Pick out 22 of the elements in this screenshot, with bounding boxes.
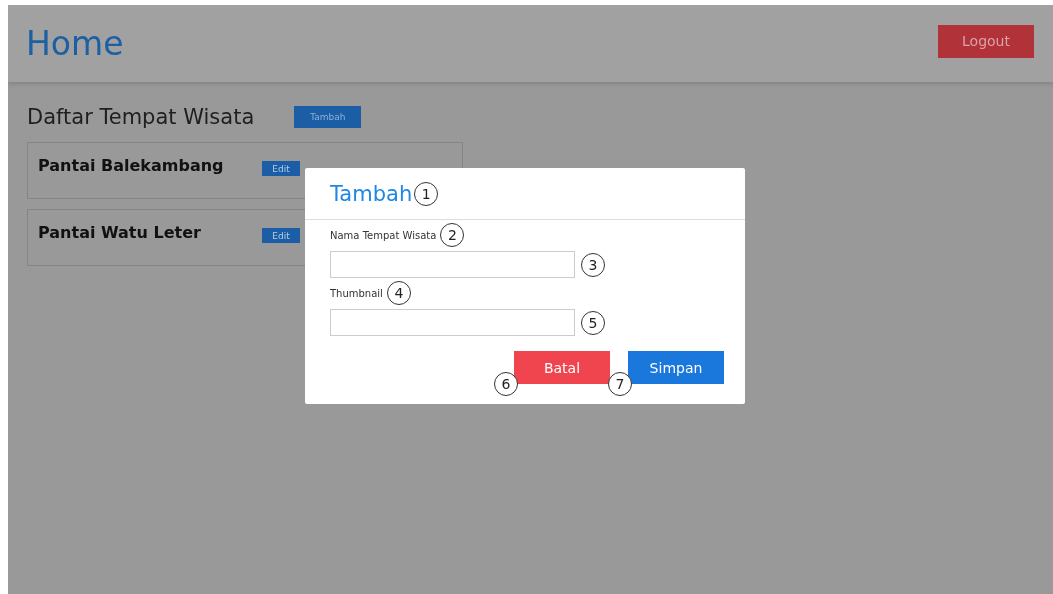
dialog-button[interactable]: Simpan [628,351,724,384]
place-name: Pantai Watu Leter [38,223,201,242]
callout-number: 5 [581,310,605,335]
callout-number: 3 [581,252,605,277]
field-label: Thumbnail [330,287,383,299]
input-field[interactable] [330,309,575,336]
dialog-button[interactable]: Batal [514,351,610,384]
callout-number: 2 [440,223,465,247]
add-button[interactable]: Tambah [294,106,362,128]
callout-number: 7 [608,372,632,396]
section-title: Daftar Tempat Wisata [27,105,255,129]
place-name: Pantai Balekambang [38,156,224,175]
input-field[interactable] [330,251,575,278]
callout-number: 1 [414,181,439,206]
page-title: Home [26,24,124,63]
edit-button[interactable]: Edit [262,228,300,243]
logout-button[interactable]: Logout [938,24,1034,58]
edit-button[interactable]: Edit [262,161,300,176]
callout-number: 4 [386,281,411,305]
field-label: Nama Tempat Wisata [330,229,437,241]
callout-number: 6 [494,372,518,396]
dialog-title: Tambah [330,181,413,206]
